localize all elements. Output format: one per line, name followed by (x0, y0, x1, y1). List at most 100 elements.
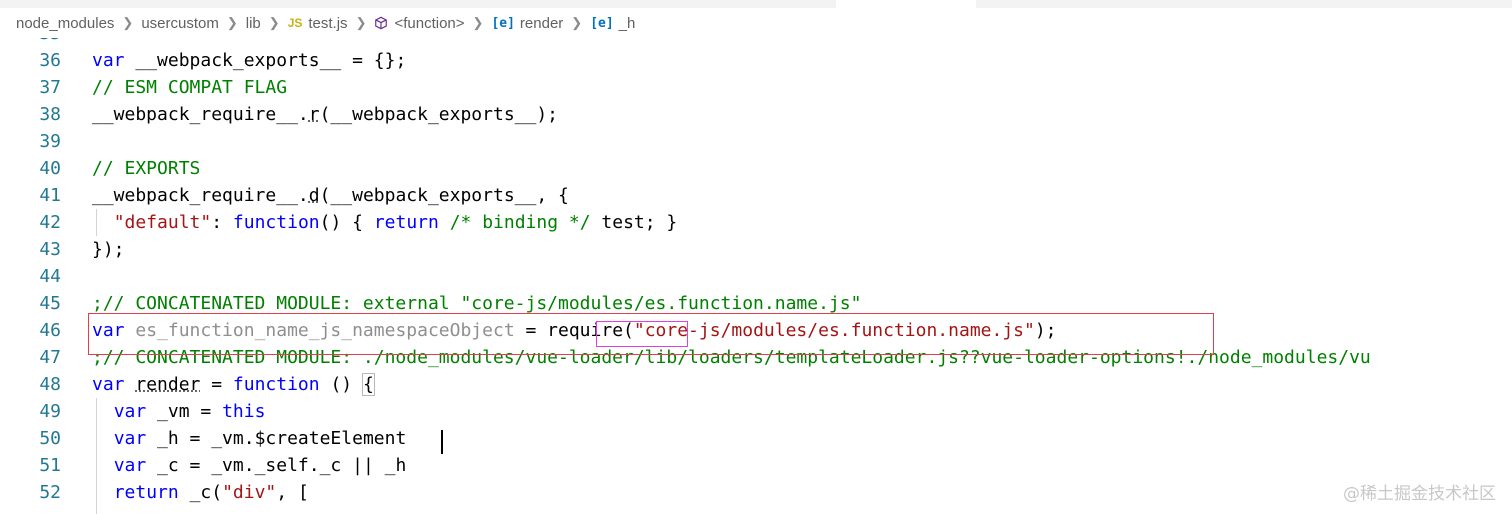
keyword: return (113, 482, 179, 503)
keyword: function (232, 374, 320, 395)
javascript-file-icon: JS (287, 16, 303, 30)
line-number: 35 (0, 38, 61, 47)
code-line: 38 __webpack_require__.r(__webpack_expor… (0, 101, 1512, 128)
code-token: _c( (178, 482, 223, 503)
line-number: 42 (39, 212, 61, 233)
code-token: _vm = (146, 401, 223, 422)
highlight-box-pink (596, 321, 688, 347)
code-token: _c = _vm._self._c || _h (146, 455, 407, 476)
variable-icon: [e] (590, 15, 614, 31)
code-token: __webpack_require__. (92, 104, 309, 125)
code-token: : (211, 212, 233, 233)
code-comment: // EXPORTS (92, 158, 201, 179)
code-line: 37 // ESM COMPAT FLAG (0, 74, 1512, 101)
code-comment: /* binding */ (449, 212, 591, 233)
keyword: function (232, 212, 320, 233)
code-line: 39 (0, 128, 1512, 155)
breadcrumb-function[interactable]: <function> (374, 14, 465, 32)
code-line: 51 var _c = _vm._self._c || _h (0, 452, 1512, 479)
code-text: }); (92, 239, 125, 260)
breadcrumb-h[interactable]: [e] _h (590, 15, 635, 32)
keyword: var (92, 50, 125, 71)
line-number: 39 (39, 131, 61, 152)
indent-guide (96, 209, 97, 236)
code-token: __webpack_require__. (92, 185, 309, 206)
code-line: 41 __webpack_require__.d(__webpack_expor… (0, 182, 1512, 209)
line-number: 40 (39, 158, 61, 179)
code-text: var _vm = this (92, 398, 266, 425)
editor-tab-strip (0, 0, 1512, 8)
indent-guide (96, 398, 97, 514)
breadcrumb-lib[interactable]: lib (246, 15, 261, 32)
breadcrumb-node-modules[interactable]: node_modules (16, 15, 114, 32)
code-text: __webpack_require__.d(__webpack_exports_… (92, 182, 569, 209)
keyword: var (113, 455, 147, 476)
code-text: return _c("div", [ (92, 479, 309, 506)
chevron-right-icon: ❯ (268, 15, 280, 30)
code-token: () (319, 374, 363, 395)
line-number: 50 (39, 428, 61, 449)
code-token: __webpack_exports__ = {}; (124, 50, 407, 71)
code-token: test; } (590, 212, 678, 233)
method-cube-icon (375, 16, 388, 30)
chevron-right-icon: ❯ (122, 15, 134, 30)
code-token: () { (319, 212, 374, 233)
breadcrumb-label: _h (618, 14, 636, 32)
text-cursor (441, 430, 443, 454)
line-number: 47 (39, 347, 61, 368)
code-token: (__webpack_exports__, { (319, 185, 569, 206)
chevron-right-icon: ❯ (226, 15, 238, 30)
chevron-right-icon: ❯ (472, 15, 484, 30)
code-text: "default": function() { return /* bindin… (92, 209, 678, 236)
keyword: return (373, 212, 439, 233)
bracket-match: { (361, 373, 375, 396)
breadcrumb-label: node_modules (16, 14, 115, 32)
breadcrumb-label: lib (245, 14, 261, 32)
code-line: 50 var _h = _vm.$createElement (0, 425, 1512, 452)
breadcrumb-label: render (519, 14, 564, 32)
code-line: 49 var _vm = this (0, 398, 1512, 425)
line-number: 41 (39, 185, 61, 206)
line-number: 52 (39, 482, 61, 503)
code-line: 36 var __webpack_exports__ = {}; (0, 47, 1512, 74)
breadcrumb-test-js[interactable]: JS test.js (288, 15, 348, 32)
string-literal: "div" (222, 482, 277, 503)
code-line: 40 // EXPORTS (0, 155, 1512, 182)
code-editor[interactable]: 35 36 var __webpack_exports__ = {}; 37 /… (0, 38, 1512, 514)
active-tab[interactable] (836, 0, 976, 8)
code-token: = (200, 374, 233, 395)
breadcrumb: node_modules ❯ usercustom ❯ lib ❯ JS tes… (0, 8, 1512, 38)
code-token: (__webpack_exports__); (319, 104, 559, 125)
breadcrumb-label: <function> (394, 14, 465, 32)
line-number: 45 (39, 293, 61, 314)
code-text: var render = function () { (92, 371, 375, 398)
line-number: 36 (39, 50, 61, 71)
line-number: 38 (39, 104, 61, 125)
line-number: 43 (39, 239, 61, 260)
line-number: 44 (39, 266, 61, 287)
code-comment: // ESM COMPAT FLAG (92, 77, 288, 98)
keyword: var (92, 374, 125, 395)
watermark: @稀土掘金技术社区 (1343, 484, 1496, 504)
breadcrumb-render[interactable]: [e] render (491, 15, 563, 32)
string-literal: "default" (113, 212, 212, 233)
keyword: var (113, 428, 147, 449)
line-number: 49 (39, 401, 61, 422)
code-token: r (308, 104, 320, 125)
code-text: __webpack_require__.r(__webpack_exports_… (92, 101, 558, 128)
code-token: render (135, 374, 201, 395)
code-text: var __webpack_exports__ = {}; (92, 47, 406, 74)
code-token: _h = _vm.$createElement (146, 428, 407, 449)
code-line: 35 (0, 38, 1512, 47)
code-token: , [ (276, 482, 309, 503)
code-line: 52 return _c("div", [ (0, 479, 1512, 506)
breadcrumb-usercustom[interactable]: usercustom (141, 15, 219, 32)
line-number: 46 (39, 320, 61, 341)
code-line: 44 (0, 263, 1512, 290)
variable-icon: [e] (491, 15, 515, 31)
code-token: d (308, 185, 320, 206)
breadcrumb-label: usercustom (141, 14, 219, 32)
code-text: var _h = _vm.$createElement (92, 425, 407, 452)
